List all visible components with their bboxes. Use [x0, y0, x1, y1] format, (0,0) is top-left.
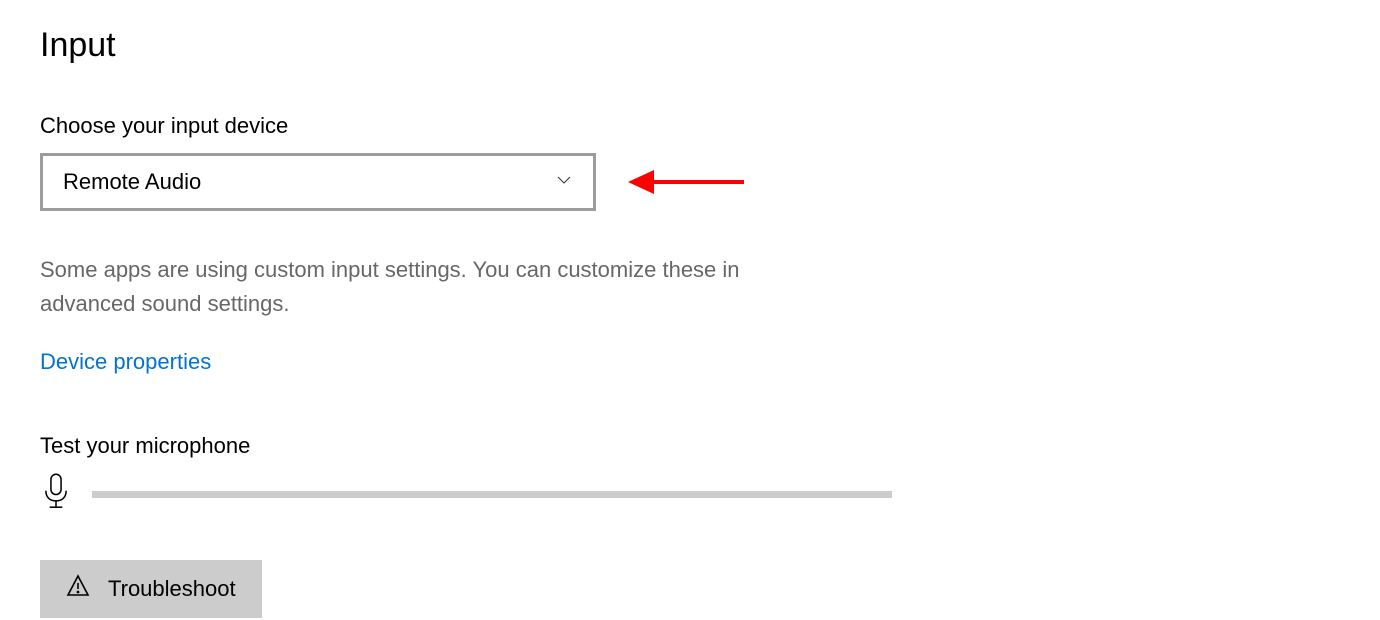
mic-level-bar	[92, 491, 892, 498]
troubleshoot-button[interactable]: Troubleshoot	[40, 560, 262, 618]
device-properties-link[interactable]: Device properties	[40, 349, 211, 375]
troubleshoot-label: Troubleshoot	[108, 576, 236, 602]
input-device-dropdown[interactable]: Remote Audio	[40, 153, 596, 211]
annotation-arrow	[628, 170, 744, 194]
warning-icon	[66, 574, 90, 604]
dropdown-selected-value: Remote Audio	[63, 169, 201, 195]
chevron-down-icon	[555, 171, 573, 194]
test-mic-label: Test your microphone	[40, 433, 1340, 459]
section-heading: Input	[40, 26, 1340, 65]
custom-settings-description: Some apps are using custom input setting…	[40, 253, 830, 321]
microphone-icon	[40, 473, 72, 516]
choose-input-label: Choose your input device	[40, 113, 1340, 139]
